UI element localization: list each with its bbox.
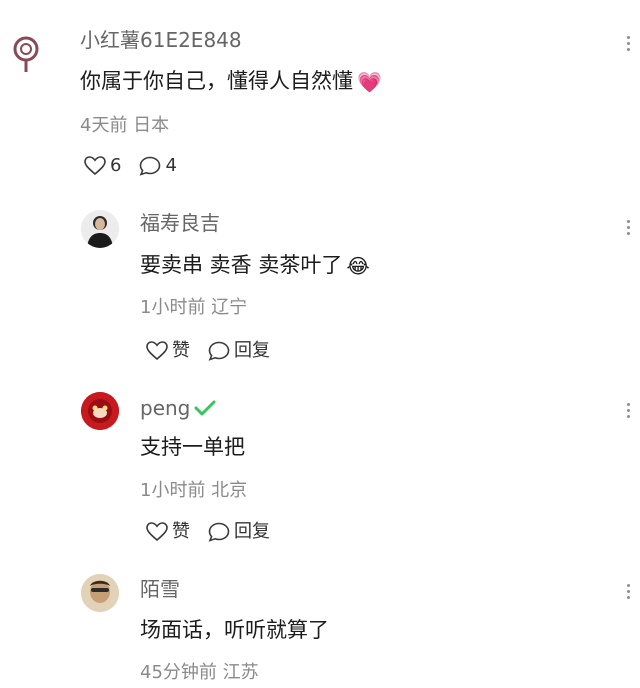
reply-meta: 45分钟前 江苏 [140, 662, 259, 683]
reply-text-body: 支持一单把 [140, 435, 245, 459]
reply-actions: 赞 回复 [146, 341, 288, 361]
heart-icon [146, 522, 168, 542]
person-avatar-icon [81, 210, 119, 248]
person-avatar-icon [81, 574, 119, 612]
avatar[interactable] [81, 574, 119, 612]
reply-username[interactable]: 福寿良吉 [140, 213, 220, 233]
reply-username[interactable]: 陌雪 [140, 579, 180, 599]
comment-text: 你属于你自己，懂得人自然懂 💗 [80, 71, 382, 92]
laughing-emoji-icon: 😂 [346, 253, 370, 278]
more-options-icon[interactable] [626, 220, 630, 235]
comment-username[interactable]: 小红薯61E2E848 [80, 30, 242, 50]
more-options-icon[interactable] [626, 403, 630, 418]
comment-meta: 4天前 日本 [80, 115, 170, 136]
heart-icon [84, 156, 106, 176]
location-pin-icon [13, 36, 39, 72]
reply-text: 支持一单把 [140, 437, 245, 458]
reply-username[interactable]: peng [140, 398, 216, 418]
comment-actions: 6 4 [84, 156, 195, 176]
more-options-icon[interactable] [626, 36, 630, 51]
like-label: 赞 [172, 521, 190, 542]
reply-text-body: 场面话，听听就算了 [140, 618, 329, 642]
comment-bubble-icon [208, 522, 230, 542]
reply-text: 场面话，听听就算了 [140, 620, 329, 641]
like-button[interactable]: 赞 [146, 341, 190, 361]
reply-username-text: peng [140, 396, 191, 420]
comment-text-body: 你属于你自己，懂得人自然懂 [80, 69, 353, 93]
avatar[interactable] [81, 392, 119, 430]
peach-emoji-icon: 💗 [357, 69, 382, 94]
more-options-icon[interactable] [626, 584, 630, 599]
avatar[interactable] [8, 34, 44, 74]
comment-bubble-icon [208, 341, 230, 361]
reply-button[interactable]: 回复 [208, 522, 270, 542]
like-button[interactable]: 6 [84, 156, 121, 176]
avatar[interactable] [81, 210, 119, 248]
reply-label: 回复 [234, 521, 270, 542]
like-count: 6 [110, 155, 122, 176]
comment-bubble-icon [140, 156, 161, 176]
like-button[interactable]: 赞 [146, 522, 190, 542]
comment-button[interactable]: 4 [139, 155, 177, 176]
reply-meta: 1小时前 辽宁 [140, 297, 248, 318]
reply-meta: 1小时前 北京 [140, 480, 248, 501]
like-label: 赞 [172, 340, 190, 361]
verified-check-icon [194, 400, 216, 416]
reply-button[interactable]: 回复 [208, 341, 270, 361]
reply-actions: 赞 回复 [146, 522, 288, 542]
heart-icon [146, 341, 168, 361]
red-character-avatar-icon [81, 392, 119, 430]
comment-count: 4 [165, 155, 177, 176]
reply-text-body: 要卖串 卖香 卖茶叶了 [140, 253, 343, 277]
reply-label: 回复 [234, 340, 270, 361]
reply-text: 要卖串 卖香 卖茶叶了 😂 [140, 255, 370, 276]
